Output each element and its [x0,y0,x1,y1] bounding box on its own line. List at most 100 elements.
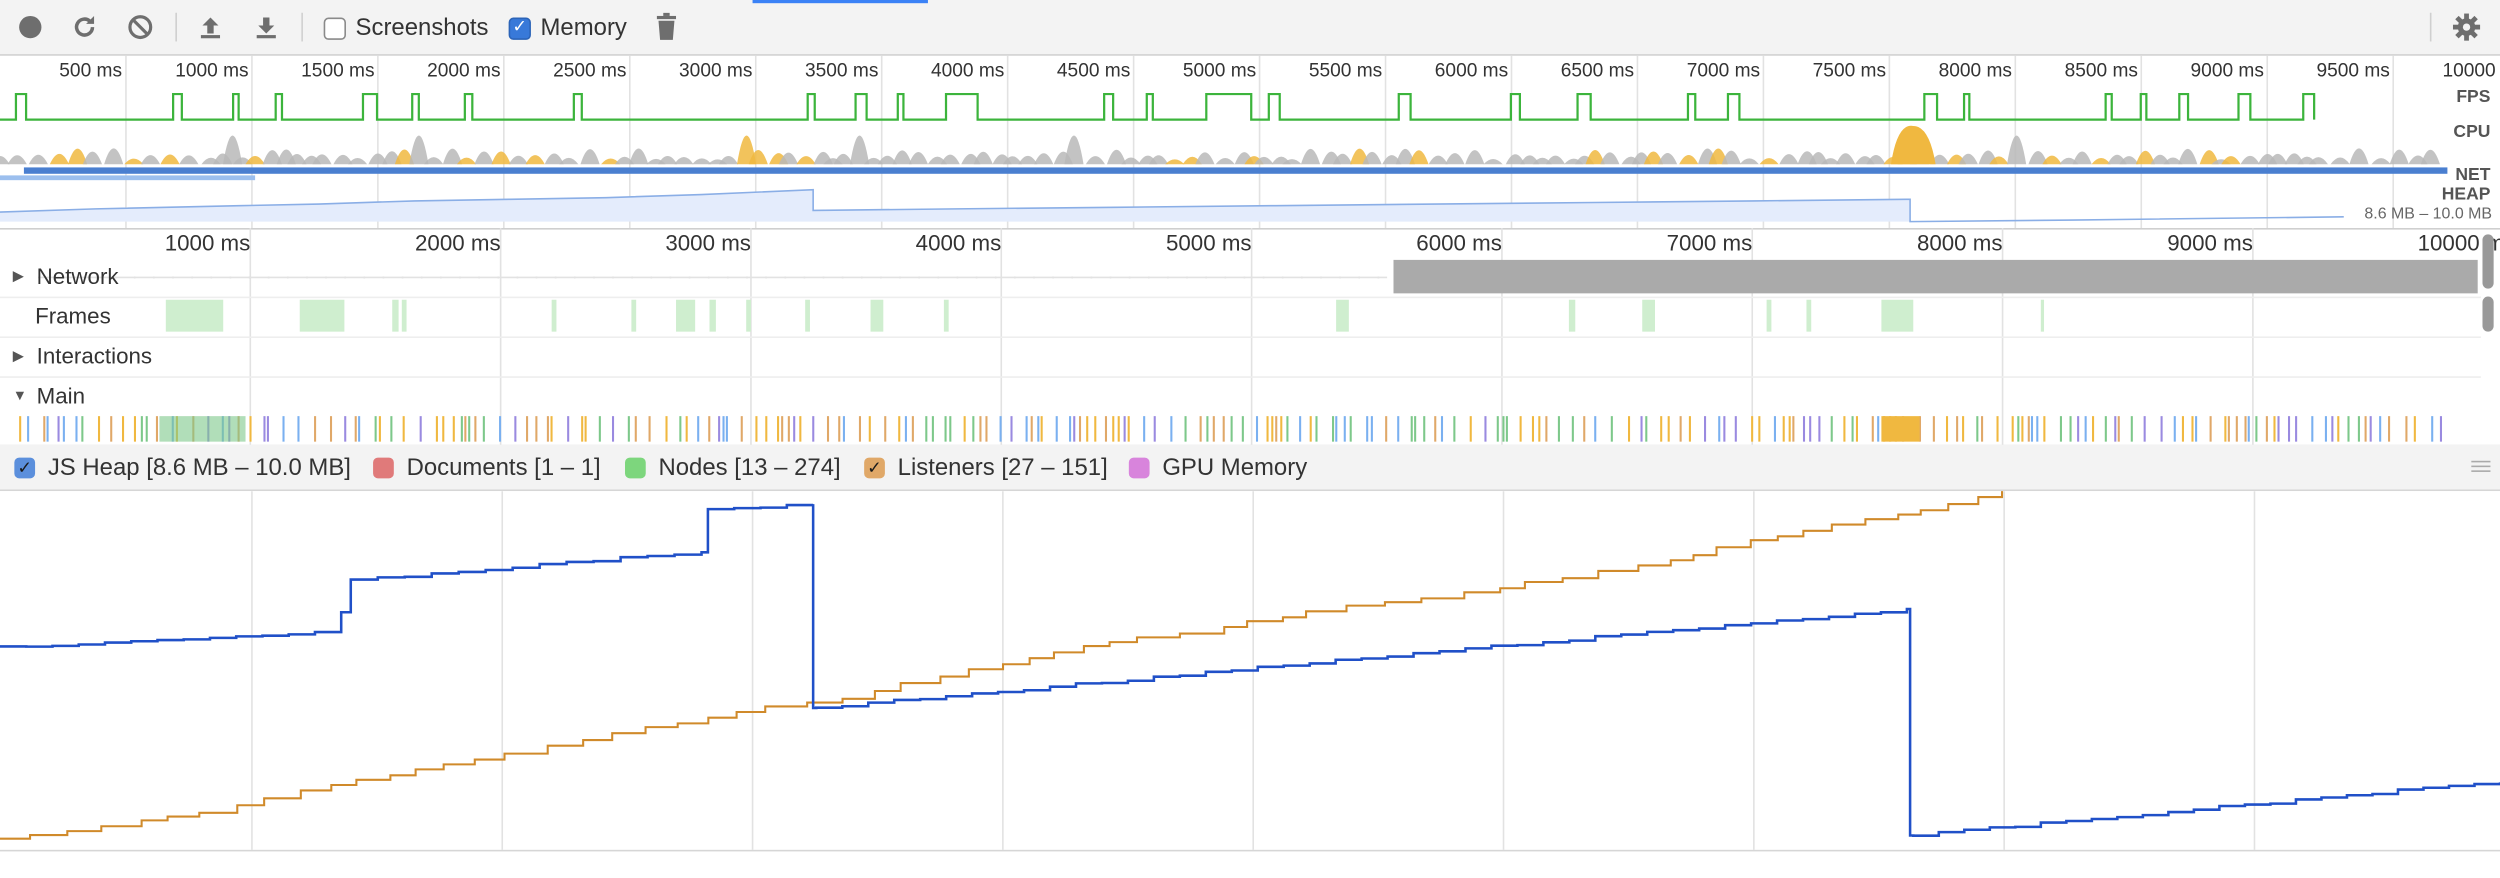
legend-item[interactable]: Documents [1 – 1] [373,454,601,482]
legend-label: JS Heap [8.6 MB – 10.0 MB] [47,454,351,482]
overview-tick-label: 2500 ms [553,58,627,82]
cpu-sample [2371,158,2391,165]
track-interactions[interactable]: ▶ Interactions [0,336,2481,378]
cpu-sample [1195,152,1215,165]
memory-graph-svg [0,491,2500,852]
overview-tick-label: 6000 ms [1434,58,1509,82]
heap-range-label: 8.6 MB – 10.0 MB [2364,205,2493,224]
main-toggle[interactable]: ▼ Main [13,383,85,409]
capture-settings-button[interactable] [2449,10,2484,45]
cpu-sample [2330,157,2350,165]
vertical-scrollbar[interactable] [2482,234,2494,289]
cpu-sample [1779,154,1799,165]
cpu-sample [49,153,69,165]
collect-garbage-button[interactable] [649,10,684,45]
save-profile-button[interactable] [249,10,284,45]
cpu-sample [2240,155,2260,165]
legend-checkbox[interactable]: ✓ [864,457,885,479]
overview-tick-label: 3000 ms [679,58,753,82]
cpu-sample [2349,148,2369,165]
cpu-sample [1600,152,1620,165]
memory-checkbox-box[interactable]: ✓ [508,16,531,40]
memory-checkbox[interactable]: ✓ Memory [508,14,627,42]
cpu-sample [2007,135,2027,165]
cpu-sample [82,151,103,165]
listeners-line [0,491,2004,840]
network-toggle[interactable]: ▶ Network [13,263,119,289]
legend-item[interactable]: ✓ JS Heap [8.6 MB – 10.0 MB] [14,454,351,482]
record-icon [19,15,42,39]
cpu-sample [7,155,27,165]
legend-checkbox[interactable] [1128,457,1150,479]
legend-checkbox[interactable] [373,457,394,479]
cpu-sample [1409,150,1429,165]
cpu-sample [124,158,144,165]
drag-handle-icon[interactable] [2471,458,2491,476]
cpu-sample [140,155,161,165]
cpu-sample [658,155,678,165]
flame-tick-label: 5000 ms [1165,229,1252,256]
cpu-sample [1483,158,1503,165]
track-frames[interactable]: Frames [0,297,2481,339]
legend-label: GPU Memory [1162,454,1308,482]
overview-tick-label: 9500 ms [2316,58,2390,82]
cpu-sample [2308,157,2328,165]
download-icon [256,17,276,39]
clear-button[interactable] [123,10,158,45]
overview-tick-label: 5000 ms [1182,58,1257,82]
cpu-sample [2042,155,2062,165]
cpu-sample [2178,148,2198,165]
cpu-sample [245,156,265,165]
timeline-overview[interactable]: 500 ms 1000 ms 1500 ms 2000 ms 2500 ms 3000 m… [0,55,2500,230]
cpu-sample [580,149,600,165]
overview-tick-label: 8500 ms [2064,58,2138,82]
trash-icon [656,12,677,40]
overview-tick-label: 2000 ms [427,58,501,82]
reload-record-button[interactable] [67,10,102,45]
cpu-sample [1445,153,1465,165]
legend-checkbox[interactable]: ✓ [14,457,36,479]
legend-label: Documents [1 – 1] [406,454,601,482]
cpu-sample [104,148,124,165]
cpu-sample [508,155,528,165]
record-button[interactable] [13,10,48,45]
net-activity-bar [23,167,2448,174]
flame-chart[interactable]: 1000 ms 2000 ms 3000 ms 4000 ms 5000 ms 6000 … [0,227,2500,447]
cpu-sample [629,148,649,165]
cpu-label: CPU [2453,122,2491,142]
memory-label: Memory [540,14,627,42]
legend-item[interactable]: GPU Memory [1128,454,1308,482]
cpu-sample [1836,153,1856,165]
collapse-triangle-icon: ▼ [12,387,27,404]
cpu-sample [1018,155,1038,165]
cpu-sample [850,135,870,165]
cpu-sample [2091,157,2111,165]
cpu-sample [312,154,332,165]
cpu-sample [2072,151,2092,165]
cpu-sample [1545,155,1566,165]
overview-tick-label: 9000 ms [2190,58,2264,82]
cpu-sample [1679,155,1699,165]
flame-tick-label: 6000 ms [1416,229,1502,256]
toolbar: Screenshots ✓ Memory [0,0,2500,56]
legend-item[interactable]: Nodes [13 – 274] [625,454,841,482]
flame-tick-label: 1000 ms [164,229,251,256]
overview-tick-label: 5500 ms [1308,58,1383,82]
overview-tick-label: 10000 r [2442,58,2500,82]
legend-item[interactable]: ✓ Listeners [27 – 151] [864,454,1108,482]
cpu-sample [474,151,494,165]
vertical-scrollbar-thumb[interactable] [2482,296,2494,332]
cpu-sample [559,157,579,165]
screenshots-checkbox[interactable]: Screenshots [323,14,489,41]
legend-checkbox[interactable] [625,457,646,479]
flame-tick-label: 4000 ms [915,229,1002,256]
interactions-toggle[interactable]: ▶ Interactions [13,343,152,369]
track-main[interactable]: ▼ Main [0,376,2481,445]
overview-tick-label: 6500 ms [1560,58,1635,82]
track-network[interactable]: ▶ Network [0,258,2481,299]
overview-tick-label: 7000 ms [1686,58,1761,82]
load-profile-button[interactable] [193,10,228,45]
cpu-sample [940,154,960,165]
screenshots-checkbox-box[interactable] [323,16,346,40]
cpu-sample [892,150,912,165]
